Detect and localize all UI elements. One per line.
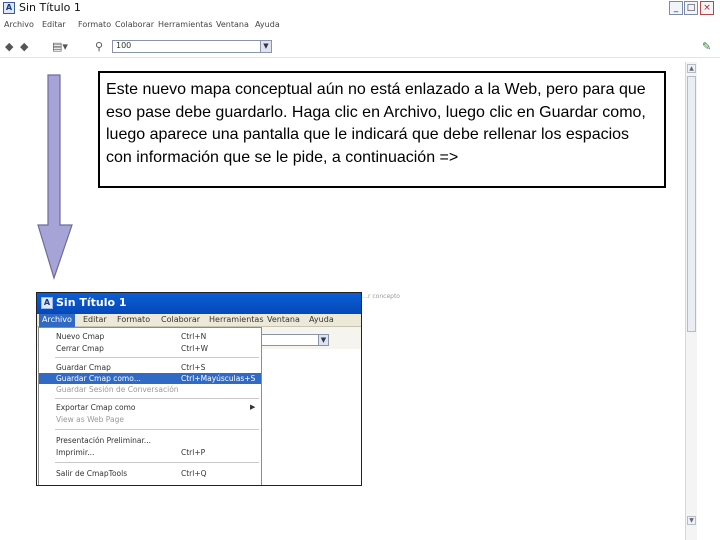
menu-item-view-as-web-page: View as Web Page [56,415,124,424]
window-title: Sin Título 1 [19,1,81,14]
vertical-scrollbar[interactable]: ▲ ▼ [685,62,697,540]
embedded-window-title: Sin Título 1 [56,296,127,309]
menu-item-imprimir[interactable]: Imprimir... Ctrl+P [39,447,261,458]
menu-item-salir[interactable]: Salir de CmapTools Ctrl+Q [39,468,261,479]
embedded-menu-ventana[interactable]: Ventana [267,315,300,324]
menu-herramientas[interactable]: Herramientas [158,20,213,29]
window-title-bar: A Sin Título 1 _ □ × [0,0,720,18]
map-icon[interactable]: ✎ [702,40,711,53]
maximize-button[interactable]: □ [684,1,698,15]
embedded-menu-colaborar[interactable]: Colaborar [161,315,200,324]
menu-separator [55,398,259,399]
menu-item-guardar-cmap[interactable]: Guardar Cmap Ctrl+S [39,362,261,373]
file-menu-dropdown: Nuevo Cmap Ctrl+N Cerrar Cmap Ctrl+W Gua… [38,327,262,485]
embedded-menu-archivo[interactable]: Archivo [39,314,75,327]
minimize-button[interactable]: _ [669,1,683,15]
menu-ayuda[interactable]: Ayuda [255,20,280,29]
embedded-menu-ayuda[interactable]: Ayuda [309,315,334,324]
scrollbar-thumb[interactable] [687,76,696,332]
scroll-up-arrow-icon[interactable]: ▲ [687,64,696,73]
menu-bar: Archivo Editar Formato Colaborar Herrami… [0,18,720,34]
menu-item-nuevo-cmap[interactable]: Nuevo Cmap Ctrl+N [39,331,261,342]
submenu-arrow-icon: ▶ [250,403,256,411]
scroll-down-arrow-icon[interactable]: ▼ [687,516,696,525]
menu-item-guardar-cmap-como[interactable]: Guardar Cmap como... Ctrl+Mayúsculas+S [39,373,261,384]
embedded-title-bar: A Sin Título 1 [37,293,361,314]
presentation-slide: A Sin Título 1 _ □ × Archivo Editar Form… [0,0,720,540]
zoom-select[interactable]: 100 ▼ [112,40,272,53]
cmap-app-icon: A [41,297,53,309]
menu-separator [55,429,259,430]
embedded-menu-bar: Archivo Editar Formato Colaborar Herrami… [37,314,361,327]
cmap-app-icon: A [3,2,15,14]
embedded-menu-formato[interactable]: Formato [117,315,150,324]
instruction-callout: Este nuevo mapa conceptual aún no está e… [98,71,666,188]
menu-editar[interactable]: Editar [42,20,66,29]
menu-item-exportar-cmap[interactable]: Exportar Cmap como ▶ [39,402,261,413]
menu-ventana[interactable]: Ventana [216,20,249,29]
down-arrow-icon [37,74,73,280]
arrow-right-icon[interactable]: ◆ [20,40,28,53]
arrow-left-icon[interactable]: ◆ [5,40,13,53]
menu-separator [55,357,259,358]
embedded-menu-herramientas[interactable]: Herramientas [209,315,264,324]
menu-colaborar[interactable]: Colaborar [115,20,154,29]
menu-item-presentacion-preliminar[interactable]: Presentación Preliminar... [39,435,261,446]
toolbar: ◆ ◆ ▤▾ ⚲ 100 ▼ ✎ [0,36,720,58]
menu-archivo[interactable]: Archivo [4,20,34,29]
close-button[interactable]: × [700,1,714,15]
menu-formato[interactable]: Formato [78,20,111,29]
menu-item-cerrar-cmap[interactable]: Cerrar Cmap Ctrl+W [39,343,261,354]
chevron-down-icon[interactable]: ▼ [318,335,328,345]
menu-separator [55,462,259,463]
list-dropdown-icon[interactable]: ▤▾ [52,40,68,53]
embedded-zoom-select[interactable]: ▼ [261,334,329,346]
callout-text: Este nuevo mapa conceptual aún no está e… [106,81,646,166]
ghost-concept-label: …r concepto [362,293,400,300]
menu-item-guardar-sesion: Guardar Sesión de Conversación [56,385,179,394]
magnifier-icon[interactable]: ⚲ [95,40,103,53]
embedded-screenshot: A Sin Título 1 Archivo Editar Formato Co… [36,292,362,486]
chevron-down-icon[interactable]: ▼ [260,41,271,52]
embedded-menu-editar[interactable]: Editar [83,315,107,324]
zoom-value: 100 [116,41,132,50]
